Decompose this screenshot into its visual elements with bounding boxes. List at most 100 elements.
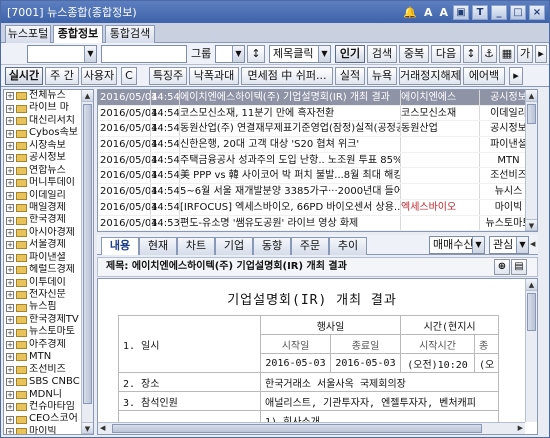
scroll-left-icon[interactable]: ◀ — [100, 424, 105, 432]
search-input[interactable] — [101, 45, 187, 63]
expand-icon[interactable]: + — [6, 179, 14, 188]
article-scrollbar[interactable]: ▲ — [525, 279, 537, 422]
news-row[interactable]: 2016/05/04 14:54 주택금융공사 성과주의 도입 난항.. 노조원 투… — [98, 152, 537, 169]
expand-icon[interactable]: + — [6, 303, 14, 312]
sidebar-item[interactable]: + 마이빅 — [4, 426, 93, 434]
anchor-icon[interactable]: ⚓ — [481, 45, 497, 63]
expand-icon[interactable]: + — [6, 117, 14, 126]
expand-icon[interactable]: + — [6, 278, 14, 287]
expand-icon[interactable]: + — [6, 415, 14, 424]
sidebar-item[interactable]: + 공시정보 — [4, 152, 93, 164]
sidebar-item[interactable]: + 전자신문 — [4, 289, 93, 301]
trade-receive-select[interactable]: 매매수신 ▼ — [429, 236, 485, 254]
text-button[interactable]: T — [472, 4, 488, 20]
sidebar-item[interactable]: + 한국경제TV — [4, 314, 93, 326]
keyword-earnings[interactable]: 실적 — [335, 67, 365, 85]
expand-icon[interactable]: + — [6, 141, 14, 150]
sidebar-item[interactable]: + 매일경제 — [4, 202, 93, 214]
more-icon[interactable]: ▸ — [535, 45, 547, 63]
news-scrollbar[interactable]: ▲ ▼ — [525, 90, 537, 231]
expand-icon[interactable]: + — [6, 291, 14, 300]
tab-trend[interactable]: 동향 — [253, 237, 291, 255]
sidebar-item[interactable]: + 서울경제 — [4, 239, 93, 251]
tab-company[interactable]: 기업 — [215, 237, 253, 255]
user-button[interactable]: 사용자 — [81, 67, 117, 85]
sidebar-item[interactable]: + 아시아경제 — [4, 227, 93, 239]
expand-icon[interactable]: + — [6, 390, 14, 399]
sidebar-item[interactable]: + MDN니 — [4, 389, 93, 401]
scroll-thumb[interactable] — [527, 104, 536, 124]
panel-toggle-icon[interactable]: ◀ — [530, 240, 535, 248]
keyword-trading-resume[interactable]: 거래정지해제 — [399, 67, 461, 85]
print-icon[interactable]: ▤ — [511, 259, 527, 275]
sidebar-item[interactable]: + 대신리서치 — [4, 115, 93, 127]
keyword-airbag[interactable]: 에어백 — [463, 67, 505, 85]
category-select[interactable]: ▼ — [27, 45, 97, 63]
keyword-oversold[interactable]: 낙폭과대 — [189, 67, 239, 85]
news-row[interactable]: 2016/05/04 14:54 美 PPP vs 韓 사이코어 박 퍼치 불발..… — [98, 168, 537, 185]
expand-icon[interactable]: + — [6, 316, 14, 325]
tab-current[interactable]: 현재 — [139, 237, 177, 255]
tab-history[interactable]: 추이 — [329, 237, 367, 255]
expand-icon[interactable]: + — [6, 129, 14, 138]
article-hscrollbar[interactable]: ◀ ▶ — [98, 422, 525, 434]
duplicate-button[interactable]: 중복 — [399, 45, 429, 63]
tab-content[interactable]: 내용 — [101, 237, 139, 255]
news-row[interactable]: 2016/05/04 14:54 5~6월 서울 재개발분양 3385가구···20… — [98, 184, 537, 200]
scroll-thumb[interactable] — [112, 424, 482, 433]
grid-icon[interactable]: ▦ — [499, 45, 515, 63]
sidebar-item[interactable]: + SBS CNBC — [4, 376, 93, 388]
sidebar-item[interactable]: + 헤럴드경제 — [4, 264, 93, 276]
expand-icon[interactable]: + — [6, 365, 14, 374]
sort-icon[interactable]: ↕ — [463, 45, 479, 63]
scroll-thumb[interactable] — [527, 293, 536, 331]
tab-order[interactable]: 주문 — [291, 237, 329, 255]
expand-icon[interactable]: + — [6, 266, 14, 275]
expand-icon[interactable]: + — [6, 428, 14, 434]
tab-integrated-info[interactable]: 종합정보 — [53, 25, 103, 44]
sidebar-item[interactable]: + 시장속보 — [4, 140, 93, 152]
sidebar-item[interactable]: + 이투데이 — [4, 277, 93, 289]
sidebar-item[interactable]: + 한국경제 — [4, 214, 93, 226]
sidebar-item[interactable]: + MTN — [4, 351, 93, 363]
window-icon-button[interactable]: ▣ — [453, 4, 469, 20]
sidebar-item[interactable]: + 머니투데이 — [4, 177, 93, 189]
clear-button[interactable]: C — [121, 67, 137, 85]
font-button[interactable]: 가 — [517, 45, 533, 63]
scroll-down-icon[interactable]: ▼ — [82, 422, 93, 434]
scroll-thumb[interactable] — [83, 104, 92, 404]
sidebar-item[interactable]: + 뉴스토마토 — [4, 326, 93, 338]
keyword-newyork[interactable]: 뉴욕 — [367, 67, 397, 85]
expand-icon[interactable]: + — [6, 328, 14, 337]
next-button[interactable]: 다음 — [431, 45, 461, 63]
expand-icon[interactable]: + — [6, 340, 14, 349]
scroll-up-icon[interactable]: ▲ — [526, 90, 537, 102]
news-row[interactable]: 2016/05/04 14:54 에이치엔에스하이텍(주) 기업설명회(IR) 개최… — [98, 90, 537, 106]
font-larger-icon[interactable]: A — [422, 6, 435, 19]
sidebar-item[interactable]: + 라이브 마 — [4, 102, 93, 114]
expand-icon[interactable]: + — [6, 216, 14, 225]
expand-icon[interactable]: + — [6, 204, 14, 213]
font-smaller-icon[interactable]: A — [437, 6, 450, 19]
sidebar-item[interactable]: + 이데일리 — [4, 190, 93, 202]
expand-icon[interactable]: + — [6, 403, 14, 412]
scroll-right-icon[interactable]: ▶ — [518, 424, 523, 432]
interest-select[interactable]: 관심 ▼ — [489, 236, 529, 254]
popular-button[interactable]: 인기 — [335, 45, 365, 63]
tab-integrated-search[interactable]: 통합검색 — [105, 25, 155, 43]
expand-icon[interactable]: + — [6, 104, 14, 113]
more-keywords-icon[interactable]: ▸ — [509, 67, 523, 85]
keyword-duty-free[interactable]: 면세점 中 쉬퍼... — [241, 67, 333, 85]
keyword-featured-stock[interactable]: 특징주 — [149, 67, 187, 85]
zoom-in-icon[interactable]: ⊕ — [494, 259, 510, 275]
expand-icon[interactable]: + — [6, 154, 14, 163]
expand-icon[interactable]: + — [6, 229, 14, 238]
expand-icon[interactable]: + — [6, 378, 14, 387]
news-row[interactable]: 2016/05/04 14:54 [IRFOCUS] 엑세스바이오, 66PD 바이… — [98, 199, 537, 216]
expand-button[interactable]: ↕ — [247, 45, 265, 63]
expand-icon[interactable]: + — [6, 191, 14, 200]
alarm-icon[interactable]: 🔔 — [401, 6, 419, 19]
sidebar-item[interactable]: + 컨슈마타임 — [4, 401, 93, 413]
expand-icon[interactable]: + — [6, 253, 14, 262]
sidebar-item[interactable]: + Cybos속보 — [4, 127, 93, 139]
